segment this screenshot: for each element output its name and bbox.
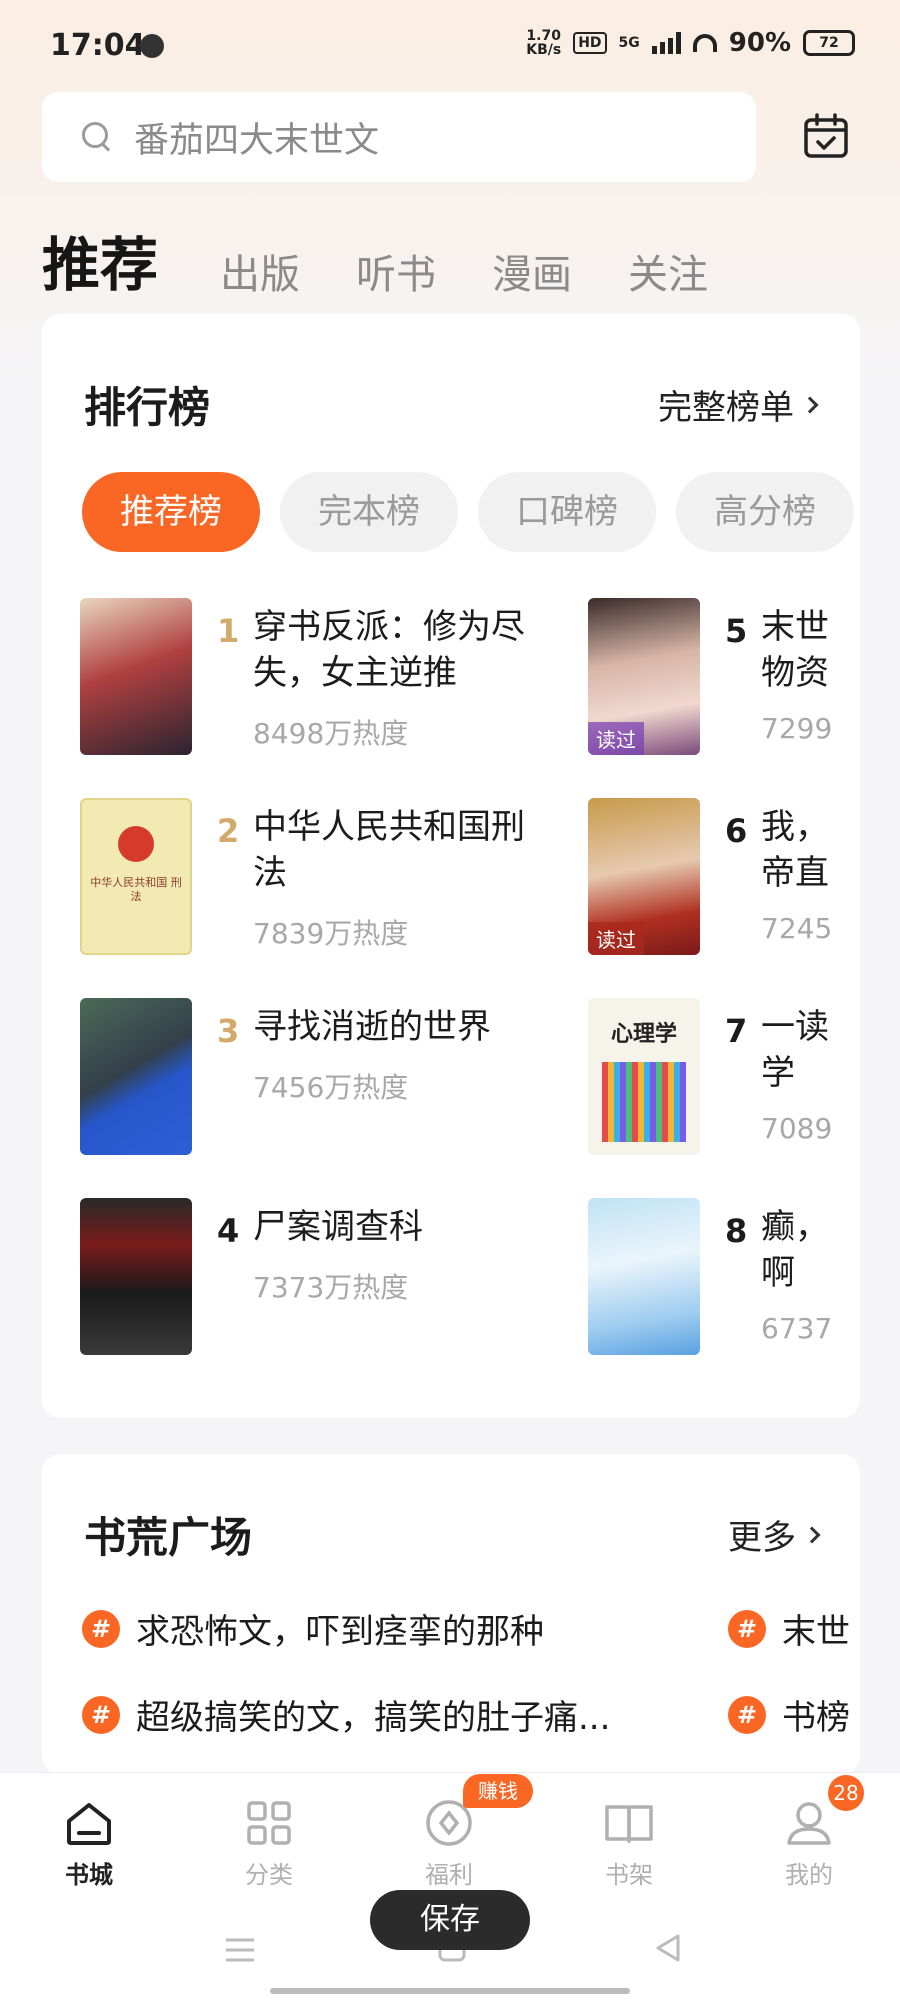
emblem-icon bbox=[118, 826, 154, 862]
search-input[interactable]: 番茄四大末世文 bbox=[42, 92, 756, 182]
hashtag-icon: # bbox=[728, 1695, 766, 1734]
rank-number: 6 bbox=[725, 812, 748, 850]
book-icon bbox=[605, 1805, 653, 1843]
bottom-nav: 书城 分类 福利 书架 我的 bbox=[0, 1772, 900, 1894]
book-title: 尸案调查科 bbox=[253, 1207, 423, 1247]
book-shortage-card: 书荒广场 更多 # 求恐怖文，吓到痉挛的那种 # 超级搞笑的文，搞笑的肚子痛..… bbox=[42, 1454, 860, 1774]
hashtag-icon: # bbox=[82, 1609, 120, 1648]
book-heat: 7456万热度 bbox=[253, 1071, 409, 1104]
user-icon bbox=[787, 1802, 831, 1845]
rank-number: 5 bbox=[725, 612, 748, 650]
book-cover: 心理学 bbox=[588, 998, 700, 1155]
status-time: 17:04 bbox=[50, 28, 146, 63]
rank-number: 1 bbox=[217, 612, 240, 650]
tab-comics[interactable]: 漫画 bbox=[492, 242, 572, 300]
rank-number: 8 bbox=[725, 1212, 748, 1250]
book-heat: 7245 bbox=[761, 912, 833, 945]
home-icon bbox=[67, 1803, 111, 1845]
rank-number: 3 bbox=[217, 1012, 240, 1050]
book-item[interactable]: 中华人民共和国 刑 法 2 中华人民共和国刑法 7839万热度 bbox=[80, 798, 525, 958]
nav-category[interactable]: 分类 bbox=[214, 1783, 324, 1893]
rank-number: 2 bbox=[217, 812, 240, 850]
alarm-icon bbox=[140, 34, 164, 58]
hashtag-icon: # bbox=[82, 1695, 120, 1734]
book-title: 穿书反派：修为尽失，女主逆推 bbox=[253, 607, 525, 693]
book-title: 寻找消逝的世界 bbox=[253, 1007, 491, 1047]
book-item[interactable]: 4 尸案调查科 7373万热度 bbox=[80, 1198, 500, 1358]
chip-completed[interactable]: 完本榜 bbox=[280, 472, 458, 552]
back-icon[interactable] bbox=[650, 1930, 686, 1966]
book-cover bbox=[80, 998, 192, 1155]
book-item[interactable]: 3 寻找消逝的世界 7456万热度 bbox=[80, 998, 500, 1158]
calendar-check-icon[interactable] bbox=[802, 112, 850, 160]
tab-following[interactable]: 关注 bbox=[628, 242, 708, 300]
tab-publish[interactable]: 出版 bbox=[220, 242, 300, 300]
book-title: 我，帝直 bbox=[761, 807, 829, 893]
book-title: 一读学 bbox=[761, 1007, 829, 1093]
nav-bookshelf[interactable]: 书架 bbox=[574, 1783, 684, 1893]
topic-item[interactable]: # 书榜 bbox=[728, 1690, 850, 1739]
chip-high-score[interactable]: 高分榜 bbox=[676, 472, 854, 552]
book-heat: 7299 bbox=[761, 712, 833, 745]
signal-icon bbox=[651, 32, 681, 54]
wifi-icon bbox=[692, 34, 717, 52]
battery-percent: 90% bbox=[728, 28, 791, 58]
network-type: 5G bbox=[618, 35, 640, 51]
topic-item[interactable]: # 超级搞笑的文，搞笑的肚子痛... bbox=[82, 1690, 610, 1739]
home-indicator[interactable] bbox=[270, 1988, 630, 1994]
topic-item[interactable]: # 末世 bbox=[728, 1604, 850, 1653]
network-speed: 1.70 KB/s bbox=[526, 28, 562, 58]
chevron-right-icon bbox=[803, 1526, 821, 1543]
ranking-title: 排行榜 bbox=[84, 383, 211, 432]
hd-icon: HD bbox=[573, 32, 607, 54]
topic-item[interactable]: # 求恐怖文，吓到痉挛的那种 bbox=[82, 1604, 544, 1653]
search-icon bbox=[80, 120, 114, 154]
book-title: 末世物资 bbox=[761, 607, 829, 693]
book-item[interactable]: 1 穿书反派：修为尽失，女主逆推 8498万热度 bbox=[80, 598, 525, 758]
tab-recommend[interactable]: 推荐 bbox=[42, 218, 158, 302]
book-heat: 7839万热度 bbox=[253, 917, 409, 950]
rank-number: 4 bbox=[217, 1212, 240, 1250]
menu-icon[interactable] bbox=[222, 1932, 258, 1968]
read-badge: 读过 bbox=[588, 922, 644, 955]
book-cover: 读过 bbox=[588, 798, 700, 955]
tab-audiobook[interactable]: 听书 bbox=[356, 242, 436, 300]
book-title: 中华人民共和国刑法 bbox=[253, 807, 525, 893]
book-title: 癫，啊 bbox=[761, 1207, 829, 1293]
book-item[interactable]: 读过 6 我，帝直 7245 bbox=[588, 798, 860, 958]
status-bar: 17:04 1.70 KB/s HD 5G 90% 72 bbox=[0, 0, 900, 80]
book-cover: 中华人民共和国 刑 法 bbox=[80, 798, 192, 955]
chevron-right-icon bbox=[801, 396, 819, 413]
search-placeholder: 番茄四大末世文 bbox=[134, 120, 380, 161]
book-cover bbox=[588, 1198, 700, 1355]
top-tabs: 推荐 出版 听书 漫画 关注 bbox=[42, 212, 862, 302]
ranking-chips: 推荐榜 完本榜 口碑榜 高分榜 bbox=[82, 472, 860, 552]
shortage-title: 书荒广场 bbox=[84, 1513, 253, 1562]
book-cover bbox=[80, 1198, 192, 1355]
save-button[interactable]: 保存 bbox=[370, 1890, 530, 1950]
chip-recommend[interactable]: 推荐榜 bbox=[82, 472, 260, 552]
book-heat: 6737 bbox=[761, 1312, 833, 1345]
hashtag-icon: # bbox=[728, 1609, 766, 1648]
book-item[interactable]: 读过 5 末世物资 7299 bbox=[588, 598, 860, 758]
more-link[interactable]: 更多 bbox=[728, 1510, 821, 1559]
nav-bookstore[interactable]: 书城 bbox=[34, 1783, 144, 1893]
book-item[interactable]: 心理学 7 一读学 7089 bbox=[588, 998, 860, 1158]
book-heat: 7089 bbox=[761, 1112, 833, 1145]
book-cover bbox=[80, 598, 192, 755]
book-item[interactable]: 8 癫，啊 6737 bbox=[588, 1198, 860, 1358]
ranking-card: 排行榜 完整榜单 推荐榜 完本榜 口碑榜 高分榜 1 穿书反派：修为尽失，女主逆… bbox=[42, 314, 860, 1418]
book-heat: 8498万热度 bbox=[253, 717, 409, 750]
book-heat: 7373万热度 bbox=[253, 1271, 409, 1304]
grid-icon bbox=[247, 1801, 291, 1845]
notification-count-badge: 28 bbox=[828, 1775, 864, 1811]
battery-icon: 72 bbox=[803, 30, 855, 56]
full-ranking-link[interactable]: 完整榜单 bbox=[658, 380, 819, 429]
book-cover: 读过 bbox=[588, 598, 700, 755]
read-badge: 读过 bbox=[588, 722, 644, 755]
earn-money-badge: 赚钱 bbox=[463, 1774, 533, 1808]
chip-reputation[interactable]: 口碑榜 bbox=[478, 472, 656, 552]
rank-number: 7 bbox=[725, 1012, 748, 1050]
